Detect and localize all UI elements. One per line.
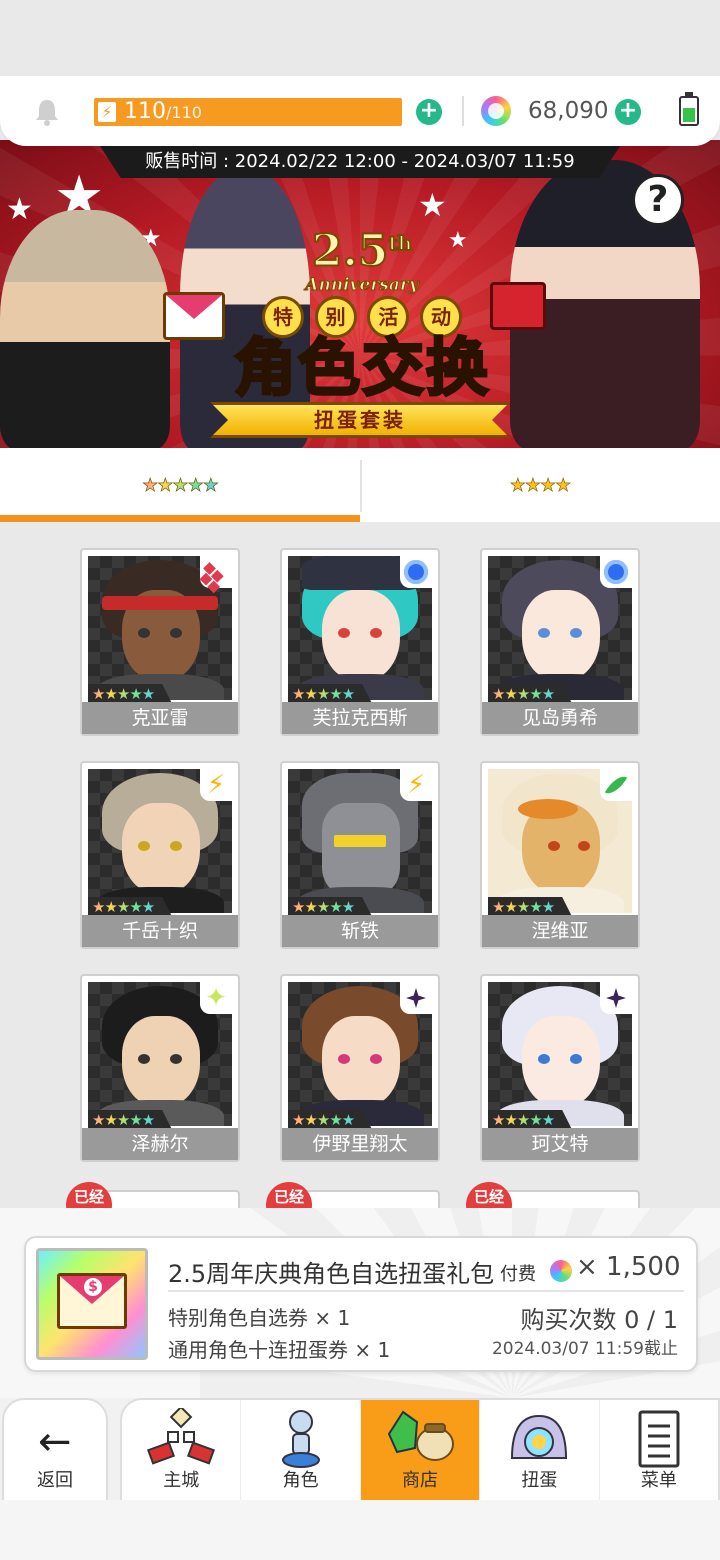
character-name: 千岳十织 [82, 915, 238, 947]
bottom-nav: ← 返回 主城 角色 商店 扭蛋 菜单 [0, 1398, 720, 1500]
pack-deadline: 2024.03/07 11:59截止 [491, 1339, 678, 1359]
character-name: 涅维亚 [482, 915, 638, 947]
rarity-stars: ★★★★★ [88, 897, 173, 917]
ticket-icon [490, 282, 546, 330]
nav-item-shop[interactable]: 商店 [359, 1400, 480, 1500]
rarity-stars: ★★★★★ [488, 684, 573, 704]
banner-subtitle: 扭蛋套装 [210, 402, 510, 438]
gem-icon [550, 1260, 572, 1282]
tab-4-star[interactable]: ★★★★ [360, 448, 720, 522]
pack-title: 2.5周年庆典角色自选扭蛋礼包 [168, 1260, 495, 1288]
diamond-icon [200, 556, 232, 588]
rarity-stars: ★★★★★ [288, 1110, 373, 1130]
character-card[interactable]: ★★★★★ 珂艾特 [480, 974, 640, 1162]
circle-icon [400, 556, 432, 588]
star-decoration-icon: ★ [418, 186, 447, 224]
four-star-icon: ★★★★ [509, 474, 571, 496]
character-card[interactable]: ★★★★★ 克亚雷 [80, 548, 240, 736]
void-star-icon [400, 982, 432, 1014]
tab-5-star[interactable]: ★★★★★ [0, 448, 360, 522]
town-icon [147, 1408, 216, 1465]
character-card[interactable]: ★★★★★ 涅维亚 [480, 761, 640, 949]
resource-bar: ⚡ 110/110 + 68,090 + [0, 76, 720, 146]
star-decoration-icon: ★ [448, 228, 468, 253]
character-name: 珂艾特 [482, 1128, 638, 1160]
menu-icon [638, 1410, 680, 1468]
character-card[interactable]: ★★★★★ 伊野里翔太 [280, 974, 440, 1162]
pack-content-item: 通用角色十连扭蛋券 × 1 [168, 1338, 391, 1362]
rarity-stars: ★★★★★ [288, 684, 373, 704]
character-card[interactable]: ★★★★★ 见岛勇希 [480, 548, 640, 736]
nav-item-characters[interactable]: 角色 [240, 1400, 359, 1500]
leaf-icon [600, 769, 632, 801]
character-name: 见岛勇希 [482, 702, 638, 734]
character-name: 芙拉克西斯 [282, 702, 438, 734]
void-star-icon [600, 982, 632, 1014]
nav-label: 角色 [282, 1470, 319, 1491]
envelope-icon [163, 292, 225, 340]
character-grid: ★★★★★ 克亚雷 ★★★★★ 芙拉克西斯 ★★★★★ 见岛勇希 ⚡ ★★★★★… [0, 522, 720, 1212]
character-card[interactable]: ⚡ ★★★★★ 斩铁 [280, 761, 440, 949]
battery-icon [679, 92, 699, 126]
character-card[interactable]: ✦ ★★★★★ 泽赫尔 [80, 974, 240, 1162]
rarity-stars: ★★★★★ [288, 897, 373, 917]
anniversary-logo: 2.5th Anniversary [305, 225, 419, 295]
character-card[interactable]: ⚡ ★★★★★ 千岳十织 [80, 761, 240, 949]
shop-page: ⚡ 110/110 + 68,090 + ★ ★ ★ ★ ★ 贩售时间 : 20… [0, 0, 720, 1560]
stamina-bar: ⚡ 110/110 [94, 98, 402, 126]
gem-count: 68,090 [528, 98, 609, 124]
stamina-value: 110/110 [124, 99, 202, 124]
nav-label: 商店 [402, 1470, 439, 1491]
gacha-icon [511, 1414, 568, 1459]
nav-item-home[interactable]: 主城 [122, 1400, 240, 1500]
bolt-icon: ⚡ [200, 769, 232, 801]
nav-label: 扭蛋 [521, 1470, 558, 1491]
character-icon [281, 1410, 320, 1468]
gacha-pack-item[interactable]: 2.5周年庆典角色自选扭蛋礼包 付费 × 1,500 特别角色自选券 × 1 通… [24, 1236, 698, 1372]
bell-icon[interactable] [34, 98, 60, 126]
divider [462, 96, 464, 126]
rarity-stars: ★★★★★ [488, 897, 573, 917]
star-decoration-icon: ★ [6, 192, 33, 227]
back-label: 返回 [37, 1470, 73, 1491]
nav-item-gacha[interactable]: 扭蛋 [479, 1400, 598, 1500]
nav-label: 菜单 [640, 1470, 677, 1491]
character-name: 伊野里翔太 [282, 1128, 438, 1160]
add-stamina-button[interactable]: + [416, 99, 442, 125]
footer-area [0, 1500, 720, 1560]
character-name: 泽赫尔 [82, 1128, 238, 1160]
back-button[interactable]: ← 返回 [2, 1398, 108, 1500]
pack-cost-label: 付费 [500, 1264, 536, 1285]
banner-title: 角色交换 [232, 331, 490, 404]
gem-icon [481, 96, 511, 126]
shop-icon [387, 1410, 455, 1461]
help-button[interactable]: ? [632, 174, 684, 226]
nav-label: 主城 [163, 1470, 200, 1491]
sparkle-icon: ✦ [200, 982, 232, 1014]
bolt-icon: ⚡ [400, 769, 432, 801]
pack-content-item: 特别角色自选券 × 1 [168, 1306, 351, 1330]
character-name: 斩铁 [282, 915, 438, 947]
rarity-stars: ★★★★★ [488, 1110, 573, 1130]
envelope-icon [57, 1273, 127, 1329]
purchase-limit: 购买次数 0 / 1 [520, 1306, 678, 1334]
banner-character-left [0, 210, 170, 448]
add-gems-button[interactable]: + [615, 99, 641, 125]
event-banner: ★ ★ ★ ★ ★ 贩售时间 : 2024.02/22 12:00 - 2024… [0, 140, 720, 448]
circle-icon [600, 556, 632, 588]
sale-period: 贩售时间 : 2024.02/22 12:00 - 2024.03/07 11:… [100, 146, 620, 178]
back-arrow-icon: ← [38, 1419, 72, 1465]
nav-item-menu[interactable]: 菜单 [598, 1400, 718, 1500]
rarity-stars: ★★★★★ [88, 684, 173, 704]
character-name: 克亚雷 [82, 702, 238, 734]
rarity-tabs: ★★★★★ ★★★★ [0, 448, 720, 522]
pack-area: 2.5周年庆典角色自选扭蛋礼包 付费 × 1,500 特别角色自选券 × 1 通… [0, 1208, 720, 1398]
pack-price: × 1,500 [576, 1252, 681, 1282]
character-card[interactable]: ★★★★★ 芙拉克西斯 [280, 548, 440, 736]
five-star-icon: ★★★★★ [142, 474, 219, 496]
pack-thumbnail [36, 1248, 148, 1360]
rarity-stars: ★★★★★ [88, 1110, 173, 1130]
stamina-icon: ⚡ [98, 102, 116, 122]
